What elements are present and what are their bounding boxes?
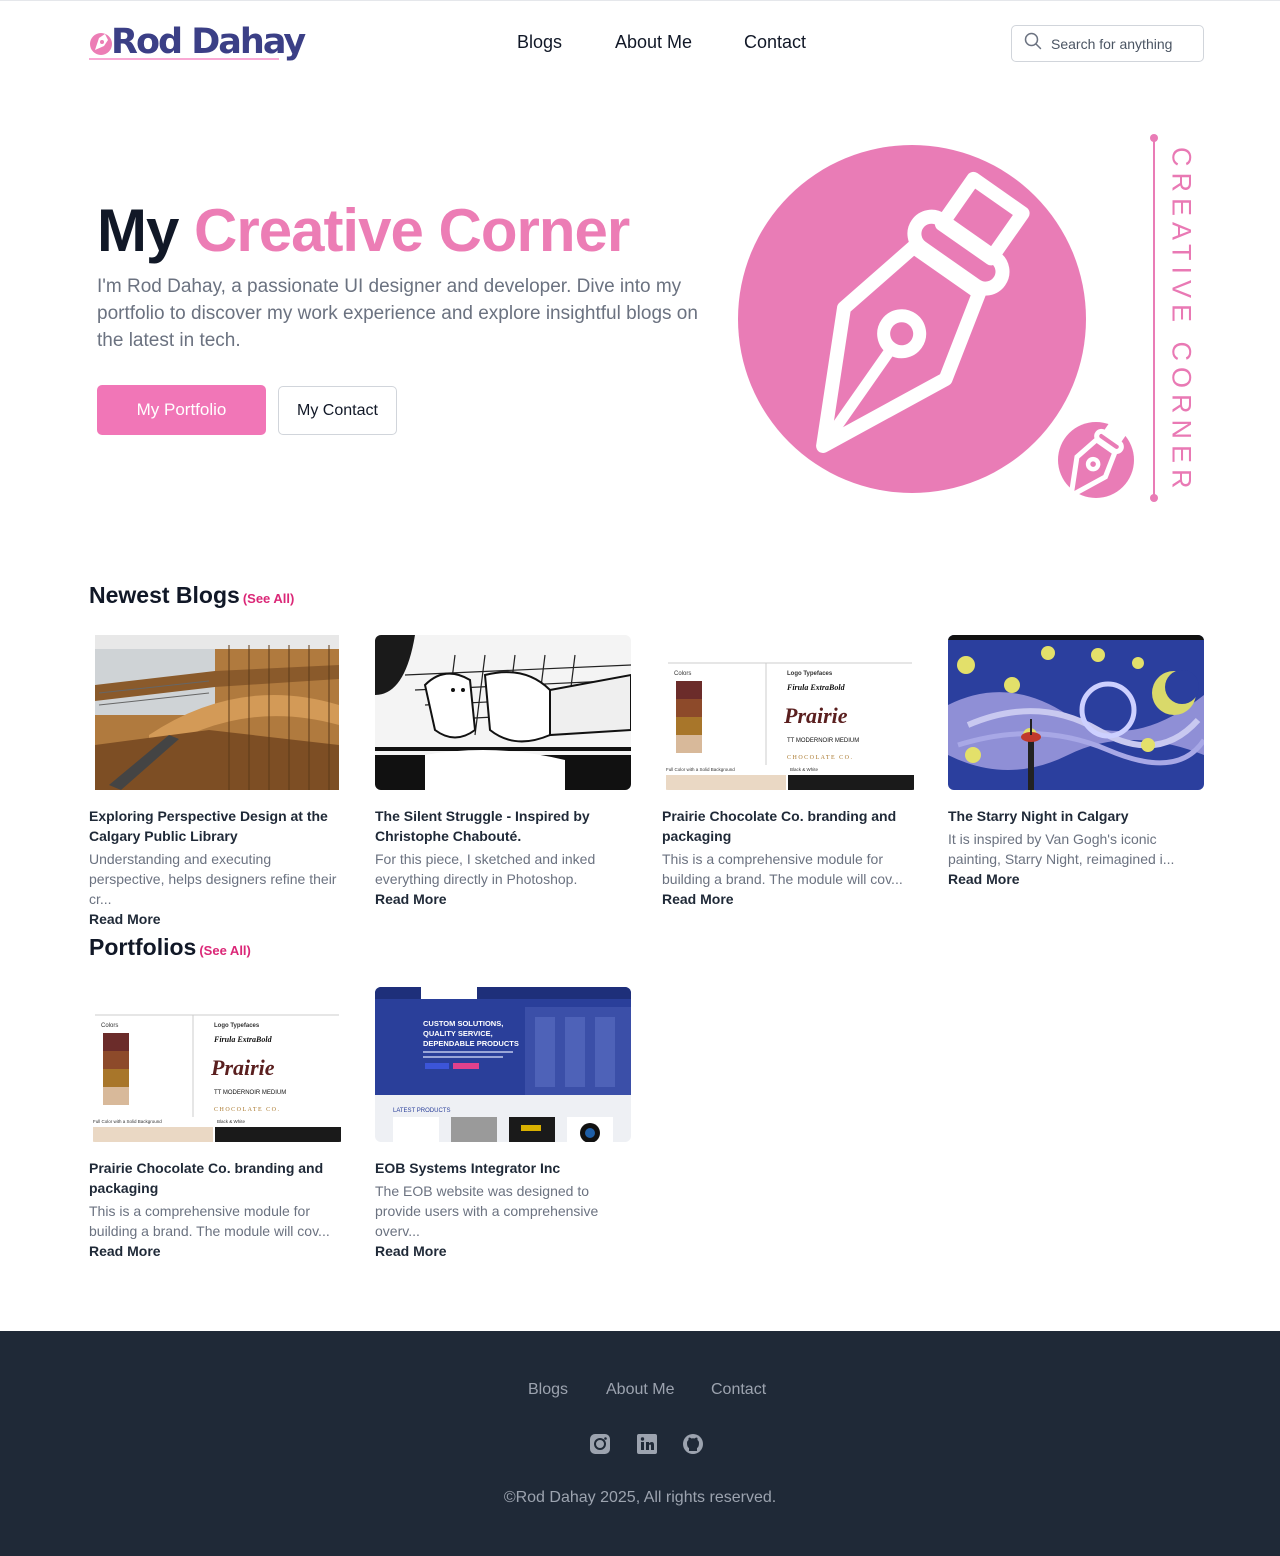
blog-card-excerpt: Understanding and executing perspective,… <box>89 851 337 907</box>
svg-text:DEPENDABLE PRODUCTS: DEPENDABLE PRODUCTS <box>423 1039 519 1048</box>
svg-text:TT MODERNOIR MEDIUM: TT MODERNOIR MEDIUM <box>787 738 859 744</box>
hero-title-accent: Creative Corner <box>194 197 630 264</box>
hero-description: I'm Rod Dahay, a passionate UI designer … <box>97 276 698 351</box>
read-more-link[interactable]: Read More <box>948 871 1020 887</box>
read-more-link[interactable]: Read More <box>662 891 734 907</box>
svg-text:Logo Typefaces: Logo Typefaces <box>787 671 833 677</box>
nav-blogs[interactable]: Blogs <box>517 32 562 53</box>
blog-card[interactable]: The Silent Struggle - Inspired by Christ… <box>375 635 631 909</box>
portfolio-thumbnail-eob[interactable]: CUSTOM SOLUTIONS, QUALITY SERVICE, DEPEN… <box>375 987 631 1142</box>
footer-nav-contact[interactable]: Contact <box>711 1381 766 1399</box>
svg-text:LATEST PRODUCTS: LATEST PRODUCTS <box>393 1108 450 1114</box>
site-header: Rod Dahay Blogs About Me Contact <box>0 0 1280 84</box>
portfolio-card-title: EOB Systems Integrator Inc <box>375 1160 561 1176</box>
blog-card[interactable]: The Starry Night in Calgary It is inspir… <box>948 635 1204 889</box>
blog-card-excerpt: For this piece, I sketched and inked eve… <box>375 851 596 887</box>
blog-card[interactable]: Exploring Perspective Design at the Calg… <box>89 635 345 929</box>
site-footer: Blogs About Me Contact ©Rod Dahay 2025, … <box>0 1331 1280 1556</box>
footer-nav-blogs[interactable]: Blogs <box>528 1381 568 1399</box>
blog-card-title: Prairie Chocolate Co. branding and packa… <box>662 808 897 844</box>
portfolio-card[interactable]: CUSTOM SOLUTIONS, QUALITY SERVICE, DEPEN… <box>375 987 631 1261</box>
svg-text:Logo Typefaces: Logo Typefaces <box>214 1023 260 1029</box>
search-input[interactable] <box>1051 35 1201 52</box>
svg-text:Firula ExtraBold: Firula ExtraBold <box>786 683 846 692</box>
creative-corner-vertical-label: CREATIVE CORNER <box>1166 147 1197 495</box>
copyright-text: ©Rod Dahay 2025, All rights reserved. <box>503 1489 777 1506</box>
svg-text:Firula ExtraBold: Firula ExtraBold <box>213 1035 273 1044</box>
read-more-link[interactable]: Read More <box>89 1243 161 1259</box>
svg-text:Colors: Colors <box>101 1023 118 1029</box>
svg-text:TT MODERNOIR MEDIUM: TT MODERNOIR MEDIUM <box>214 1090 286 1096</box>
hero-title-dark: My <box>97 197 179 264</box>
hero-pen-illustration <box>736 130 1206 510</box>
blog-thumbnail-library[interactable] <box>89 635 345 790</box>
svg-text:Colors: Colors <box>674 671 691 677</box>
svg-text:CUSTOM SOLUTIONS,: CUSTOM SOLUTIONS, <box>423 1019 503 1028</box>
blog-card[interactable]: Colors Logo Typefaces Firula ExtraBold P… <box>662 635 918 909</box>
search-box[interactable] <box>1011 25 1204 62</box>
blog-card-title: The Starry Night in Calgary <box>948 808 1129 824</box>
portfolio-card[interactable]: Colors Logo Typefaces Firula ExtraBold P… <box>89 987 345 1261</box>
blog-thumbnail-prairie[interactable]: Colors Logo Typefaces Firula ExtraBold P… <box>662 635 918 790</box>
hero-title: My Creative Corner <box>97 196 630 265</box>
svg-text:QUALITY SERVICE,: QUALITY SERVICE, <box>423 1029 493 1038</box>
logo-underline <box>89 58 279 60</box>
blog-thumbnail-sketch[interactable] <box>375 635 631 790</box>
github-icon[interactable] <box>681 1432 705 1456</box>
blog-card-title: The Silent Struggle - Inspired by Christ… <box>375 808 590 844</box>
blogs-see-all-link[interactable]: (See All) <box>243 591 295 606</box>
linkedin-icon[interactable] <box>635 1432 659 1456</box>
read-more-link[interactable]: Read More <box>375 891 447 907</box>
instagram-icon[interactable] <box>588 1432 612 1456</box>
read-more-link[interactable]: Read More <box>375 1243 447 1259</box>
svg-text:Prairie: Prairie <box>783 703 848 728</box>
brand-logo[interactable]: Rod Dahay <box>89 21 306 63</box>
portfolios-heading: Portfolios (See All) <box>89 934 251 960</box>
portfolio-thumbnail-prairie[interactable]: Colors Logo Typefaces Firula ExtraBold P… <box>89 987 345 1142</box>
brand-name: Rod Dahay <box>111 22 306 62</box>
footer-nav-about-me[interactable]: About Me <box>606 1381 674 1399</box>
svg-text:CHOCOLATE CO.: CHOCOLATE CO. <box>787 755 854 761</box>
svg-text:Black & White: Black & White <box>217 1119 246 1124</box>
read-more-link[interactable]: Read More <box>89 911 161 927</box>
blog-card-excerpt: This is a comprehensive module for build… <box>662 851 903 887</box>
svg-text:Full Color with a Solid Backgr: Full Color with a Solid Background <box>93 1119 162 1124</box>
svg-text:Black & White: Black & White <box>790 767 819 772</box>
nav-contact[interactable]: Contact <box>744 32 806 53</box>
blog-card-title: Exploring Perspective Design at the Calg… <box>89 808 328 844</box>
portfolio-card-excerpt: This is a comprehensive module for build… <box>89 1203 330 1239</box>
nav-about-me[interactable]: About Me <box>615 32 692 53</box>
svg-text:CHOCOLATE CO.: CHOCOLATE CO. <box>214 1107 281 1113</box>
svg-text:Full Color with a Solid Backgr: Full Color with a Solid Background <box>666 767 735 772</box>
newest-blogs-heading: Newest Blogs (See All) <box>89 582 295 608</box>
my-contact-button[interactable]: My Contact <box>278 386 397 435</box>
my-portfolio-button[interactable]: My Portfolio <box>97 385 266 435</box>
blog-card-excerpt: It is inspired by Van Gogh's iconic pain… <box>948 831 1175 867</box>
search-icon <box>1024 32 1042 55</box>
pen-nib-logo-icon <box>89 24 115 60</box>
blog-thumbnail-starry-night[interactable] <box>948 635 1204 790</box>
portfolio-card-excerpt: The EOB website was designed to provide … <box>375 1183 599 1239</box>
portfolios-see-all-link[interactable]: (See All) <box>199 943 251 958</box>
svg-text:Prairie: Prairie <box>210 1055 275 1080</box>
portfolio-card-title: Prairie Chocolate Co. branding and packa… <box>89 1160 324 1196</box>
